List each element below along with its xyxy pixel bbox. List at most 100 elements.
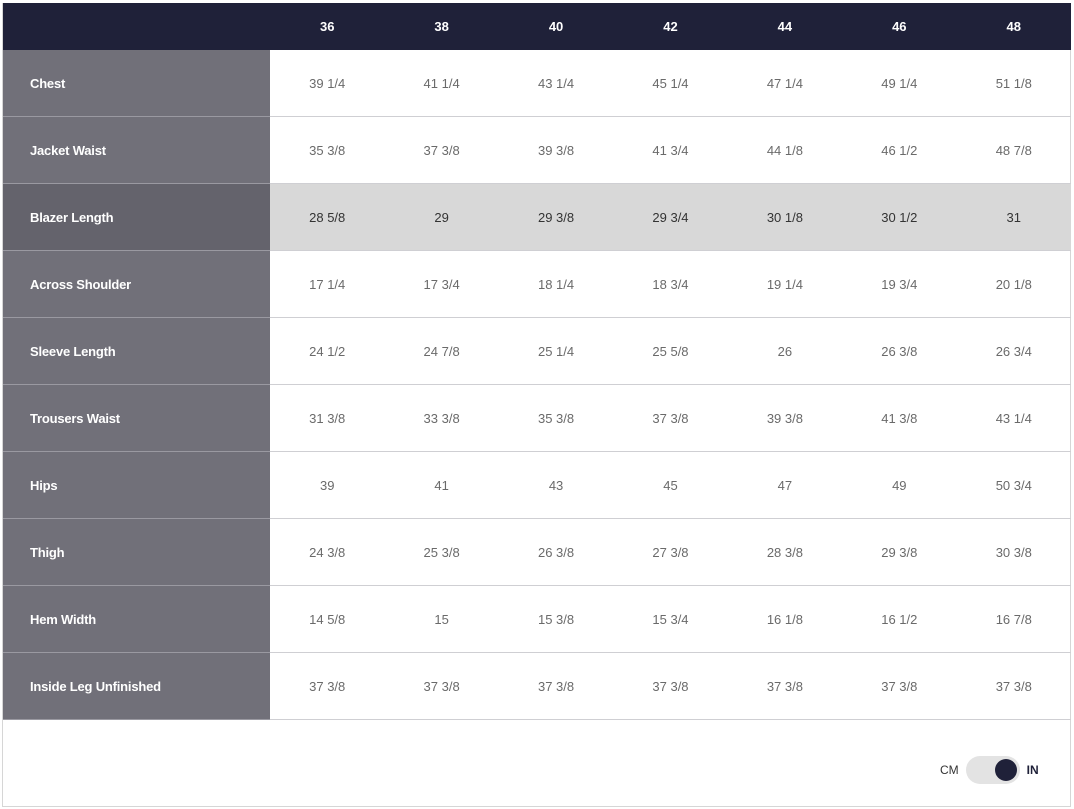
measurement-cell: 41 1/4: [384, 50, 499, 117]
measurement-cell: 37 3/8: [384, 116, 499, 184]
measurement-cell: 24 1/2: [270, 317, 385, 385]
measurement-cell: 30 1/2: [842, 183, 957, 251]
table-row: Trousers Waist 31 3/8 33 3/8 35 3/8 37 3/8 39…: [3, 384, 1071, 452]
header-corner-cell: [3, 3, 270, 50]
table-row: Sleeve Length 24 1/2 24 7/8 25 1/4 25 5/8 26 2…: [3, 317, 1071, 385]
measurement-cell: 47: [727, 451, 843, 519]
measurement-cell: 15 3/4: [613, 585, 728, 653]
row-label: Sleeve Length: [3, 317, 270, 385]
row-label: Across Shoulder: [3, 250, 270, 318]
size-header-cell: 48: [956, 3, 1071, 50]
measurement-cell: 19 1/4: [727, 250, 843, 318]
measurement-cell: 18 3/4: [613, 250, 728, 318]
table-row: Inside Leg Unfinished 37 3/8 37 3/8 37 3/8 3…: [3, 652, 1071, 720]
measurement-cell: 28 5/8: [270, 183, 385, 251]
measurement-cell: 37 3/8: [956, 652, 1071, 720]
measurement-cell: 26 3/4: [956, 317, 1071, 385]
row-label: Chest: [3, 50, 270, 117]
measurement-cell: 39 3/8: [727, 384, 843, 452]
measurement-cell: 37 3/8: [613, 652, 728, 720]
row-label: Jacket Waist: [3, 116, 270, 184]
measurement-cell: 37 3/8: [613, 384, 728, 452]
measurement-cell: 29 3/4: [613, 183, 728, 251]
row-label: Hem Width: [3, 585, 270, 653]
measurement-cell: 39: [270, 451, 385, 519]
size-header-row: 36 38 40 42 44 46 48: [3, 3, 1071, 50]
measurement-cell: 15: [384, 585, 499, 653]
measurement-cell: 24 7/8: [384, 317, 499, 385]
unit-cm-label[interactable]: CM: [940, 763, 959, 777]
measurement-cell: 20 1/8: [956, 250, 1071, 318]
table-row: Chest 39 1/4 41 1/4 43 1/4 45 1/4 47 1/4 49 1/…: [3, 50, 1071, 117]
measurement-cell: 29 3/8: [498, 183, 614, 251]
table-row: Hips 39 41 43 45 47 49 50 3/4: [3, 451, 1071, 519]
measurement-cell: 26 3/8: [842, 317, 957, 385]
table-row: Thigh 24 3/8 25 3/8 26 3/8 27 3/8 28 3/8 29 3/…: [3, 518, 1071, 586]
measurement-cell: 49: [842, 451, 957, 519]
measurement-cell: 19 3/4: [842, 250, 957, 318]
measurement-cell: 29 3/8: [842, 518, 957, 586]
measurement-cell: 30 1/8: [727, 183, 843, 251]
table-row: Across Shoulder 17 1/4 17 3/4 18 1/4 18 3/4 1…: [3, 250, 1071, 318]
measurement-cell: 43 1/4: [956, 384, 1071, 452]
size-header-cell: 44: [727, 3, 843, 50]
size-chart-panel: 36 38 40 42 44 46 48 Chest 39 1/4 41 1/4 43…: [2, 3, 1071, 807]
measurement-cell: 29: [384, 183, 499, 251]
measurement-cell: 15 3/8: [498, 585, 614, 653]
unit-toggle: CM IN: [940, 755, 1039, 785]
row-label: Thigh: [3, 518, 270, 586]
measurement-cell: 45: [613, 451, 728, 519]
measurement-cell: 48 7/8: [956, 116, 1071, 184]
measurement-cell: 37 3/8: [270, 652, 385, 720]
size-header-cell: 36: [270, 3, 385, 50]
measurement-cell: 51 1/8: [956, 50, 1071, 117]
measurement-cell: 27 3/8: [613, 518, 728, 586]
size-header-cell: 46: [842, 3, 957, 50]
row-label: Blazer Length: [3, 183, 270, 251]
row-label: Inside Leg Unfinished: [3, 652, 270, 720]
measurement-cell: 17 1/4: [270, 250, 385, 318]
measurement-cell: 41 3/8: [842, 384, 957, 452]
size-header-cell: 42: [613, 3, 728, 50]
measurement-cell: 49 1/4: [842, 50, 957, 117]
size-header-cell: 38: [384, 3, 499, 50]
unit-in-label[interactable]: IN: [1027, 763, 1039, 777]
measurement-cell: 24 3/8: [270, 518, 385, 586]
measurement-cell: 35 3/8: [498, 384, 614, 452]
measurement-cell: 41 3/4: [613, 116, 728, 184]
measurement-cell: 16 1/8: [727, 585, 843, 653]
measurement-cell: 16 7/8: [956, 585, 1071, 653]
measurement-cell: 33 3/8: [384, 384, 499, 452]
measurement-cell: 50 3/4: [956, 451, 1071, 519]
row-label: Trousers Waist: [3, 384, 270, 452]
measurement-cell: 30 3/8: [956, 518, 1071, 586]
measurement-cell: 41: [384, 451, 499, 519]
measurement-cell: 45 1/4: [613, 50, 728, 117]
measurement-cell: 16 1/2: [842, 585, 957, 653]
measurement-cell: 43 1/4: [498, 50, 614, 117]
measurement-cell: 25 1/4: [498, 317, 614, 385]
size-table-body: Chest 39 1/4 41 1/4 43 1/4 45 1/4 47 1/4 49 1/…: [3, 50, 1071, 720]
measurement-cell: 37 3/8: [384, 652, 499, 720]
measurement-cell: 43: [498, 451, 614, 519]
measurement-cell: 44 1/8: [727, 116, 843, 184]
measurement-cell: 31 3/8: [270, 384, 385, 452]
table-row: Jacket Waist 35 3/8 37 3/8 39 3/8 41 3/4 44 1…: [3, 116, 1071, 184]
unit-switch[interactable]: [965, 756, 1020, 784]
measurement-cell: 46 1/2: [842, 116, 957, 184]
measurement-cell: 39 3/8: [498, 116, 614, 184]
table-row: Hem Width 14 5/8 15 15 3/8 15 3/4 16 1/8 16 1/…: [3, 585, 1071, 653]
measurement-cell: 18 1/4: [498, 250, 614, 318]
table-row: Blazer Length 28 5/8 29 29 3/8 29 3/4 30 1/8 3…: [3, 183, 1071, 251]
measurement-cell: 26 3/8: [498, 518, 614, 586]
measurement-cell: 26: [727, 317, 843, 385]
measurement-cell: 39 1/4: [270, 50, 385, 117]
measurement-cell: 28 3/8: [727, 518, 843, 586]
measurement-cell: 14 5/8: [270, 585, 385, 653]
row-label: Hips: [3, 451, 270, 519]
measurement-cell: 25 5/8: [613, 317, 728, 385]
measurement-cell: 37 3/8: [727, 652, 843, 720]
unit-switch-knob[interactable]: [994, 759, 1017, 781]
measurement-cell: 47 1/4: [727, 50, 843, 117]
size-chart-table: 36 38 40 42 44 46 48 Chest 39 1/4 41 1/4 43…: [3, 3, 1071, 720]
